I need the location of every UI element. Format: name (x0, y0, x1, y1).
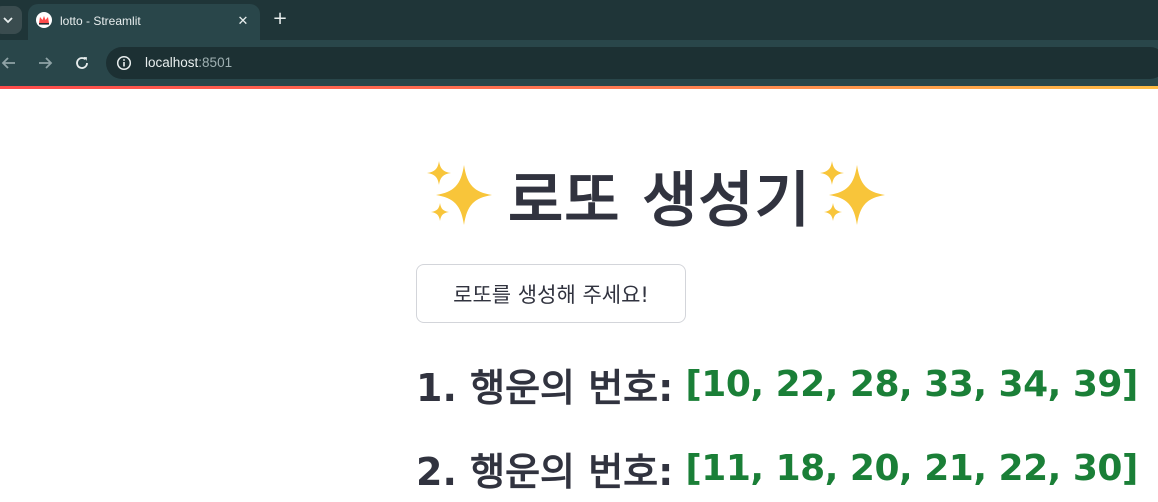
browser-tab-bar: lotto - Streamlit ✕ + (0, 0, 1158, 40)
back-button[interactable] (0, 52, 20, 74)
new-tab-icon[interactable]: + (270, 9, 290, 29)
arrow-right-icon (39, 57, 53, 69)
lotto-result-row: 2. 행운의 번호: [11, 18, 20, 21, 22, 30] (416, 440, 1138, 496)
result-label: 2. 행운의 번호: (416, 449, 674, 494)
reload-icon (76, 57, 88, 69)
browser-tab[interactable]: lotto - Streamlit ✕ (28, 4, 260, 40)
sparkles-icon (427, 161, 492, 225)
browser-toolbar: localhost:8501 (0, 40, 1158, 86)
address-bar[interactable]: localhost:8501 (106, 47, 1158, 79)
chevron-down-icon (3, 17, 13, 24)
page-title-text: 로또 생성기 (508, 165, 811, 236)
tab-list-button[interactable] (0, 6, 22, 34)
url-port: :8501 (198, 55, 233, 70)
result-numbers: [11, 18, 20, 21, 22, 30] (685, 447, 1138, 489)
generate-lotto-button[interactable]: 로또를 생성해 주세요! (416, 264, 686, 323)
tab-title: lotto - Streamlit (60, 14, 141, 28)
forward-button[interactable] (34, 52, 56, 74)
sparkles-icon (819, 161, 885, 225)
arrow-left-icon (1, 57, 15, 69)
lotto-result-row: 1. 행운의 번호: [10, 22, 28, 33, 34, 39] (416, 356, 1138, 412)
page-title: 로또 생성기 (424, 153, 984, 237)
result-label: 1. 행운의 번호: (416, 365, 674, 410)
app-main: 로또 생성기 로또를 생성해 주세요! 1. 행운의 번호: [10, 22, … (0, 89, 1158, 502)
info-icon[interactable] (114, 53, 134, 73)
url-text[interactable]: localhost:8501 (145, 55, 232, 70)
result-numbers: [10, 22, 28, 33, 34, 39] (685, 363, 1138, 405)
reload-button[interactable] (71, 52, 93, 74)
streamlit-crown-icon (36, 12, 52, 28)
close-icon[interactable]: ✕ (234, 12, 252, 30)
url-host: localhost (145, 55, 199, 70)
